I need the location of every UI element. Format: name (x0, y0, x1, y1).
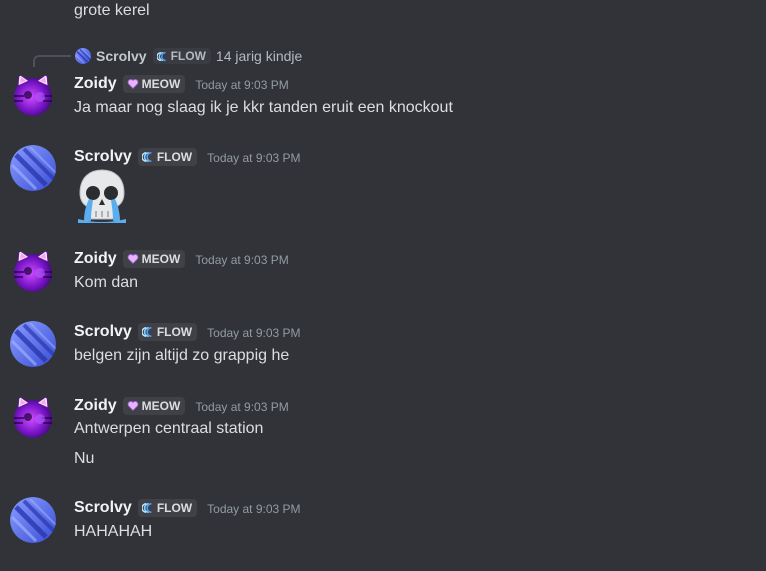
message-text: belgen zijn altijd zo grappig he (74, 347, 290, 364)
timestamp[interactable]: Today at 9:03 PM (207, 325, 300, 341)
message-header: Zoidy MEOW Today at 9:03 PM (74, 74, 289, 94)
reply-username[interactable]: Scrolvy (96, 48, 147, 64)
username[interactable]: Scrolvy (74, 147, 132, 167)
timestamp[interactable]: Today at 9:03 PM (195, 252, 288, 268)
flow-icon (157, 51, 168, 62)
crying-skull-emoji[interactable] (74, 169, 130, 223)
avatar[interactable] (10, 248, 56, 294)
username[interactable]: Zoidy (74, 396, 117, 416)
avatar[interactable] (10, 394, 56, 440)
avatar[interactable] (10, 497, 56, 543)
username[interactable]: Scrolvy (74, 322, 132, 342)
flow-icon (142, 502, 154, 514)
message-text: Antwerpen centraal station (74, 420, 264, 437)
reply-spine (33, 55, 71, 67)
message-text: grote kerel (74, 2, 150, 19)
message-text: Kom dan (74, 274, 139, 291)
avatar[interactable] (10, 321, 56, 367)
guild-tag[interactable]: MEOW (122, 75, 186, 93)
flow-icon (142, 151, 154, 163)
username[interactable]: Zoidy (74, 249, 117, 269)
message-header: Zoidy MEOW Today at 9:03 PM (74, 249, 289, 269)
guild-tag[interactable]: MEOW (122, 250, 186, 268)
username[interactable]: Scrolvy (74, 498, 132, 518)
message-header: Zoidy MEOW Today at 9:03 PM (74, 396, 289, 416)
timestamp[interactable]: Today at 9:03 PM (195, 77, 288, 93)
heart-icon (127, 78, 139, 90)
message-header: Scrolvy FLOW Today at 9:03 PM (74, 147, 301, 167)
reply-tag[interactable]: FLOW (152, 48, 211, 64)
timestamp[interactable]: Today at 9:03 PM (207, 150, 300, 166)
flow-icon (142, 326, 154, 338)
message-text: HAHAHAH (74, 523, 153, 540)
message-header: Scrolvy FLOW Today at 9:03 PM (74, 322, 301, 342)
guild-tag[interactable]: MEOW (122, 397, 186, 415)
heart-icon (127, 400, 139, 412)
message-text: Ja maar nog slaag ik je kkr tanden eruit… (74, 99, 453, 116)
timestamp[interactable]: Today at 9:03 PM (207, 501, 300, 517)
guild-tag[interactable]: FLOW (137, 323, 198, 341)
guild-tag[interactable]: FLOW (137, 499, 198, 517)
reply-text[interactable]: 14 jarig kindje (216, 48, 302, 64)
message-header: Scrolvy FLOW Today at 9:03 PM (74, 498, 301, 518)
username[interactable]: Zoidy (74, 74, 117, 94)
heart-icon (127, 253, 139, 265)
reply-avatar[interactable] (75, 48, 91, 64)
timestamp[interactable]: Today at 9:03 PM (195, 399, 288, 415)
avatar[interactable] (10, 72, 56, 118)
guild-tag[interactable]: FLOW (137, 148, 198, 166)
message-text: Nu (74, 450, 95, 467)
avatar[interactable] (10, 145, 56, 191)
reply-preview[interactable]: Scrolvy FLOW 14 jarig kindje (75, 47, 302, 65)
